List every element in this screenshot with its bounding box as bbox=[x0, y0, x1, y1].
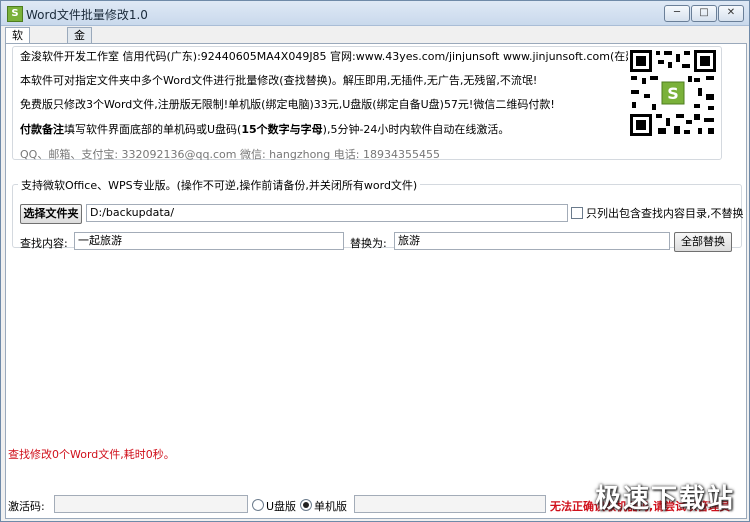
only-list-label: 只列出包含查找内容目录,不替换 bbox=[586, 207, 744, 220]
payment-note-text: 填写软件界面底部的单机码或U盘码( bbox=[64, 123, 242, 136]
tab-jinjun-software[interactable]: 金浚软件 bbox=[67, 27, 92, 87]
info-line-studio: 金浚软件开发工作室 信用代码(广东):92440605MA4X049J85 官网… bbox=[18, 48, 643, 64]
activation-code-input[interactable] bbox=[54, 495, 248, 513]
settings-panel: 金浚软件开发工作室 信用代码(广东):92440605MA4X049J85 官网… bbox=[5, 43, 747, 519]
payment-note-end: ),5分钟-24小时内软件自动在线激活。 bbox=[322, 123, 510, 136]
replace-input[interactable]: 旅游 bbox=[394, 232, 670, 250]
title-bar[interactable]: S Word文件批量修改1.0 ─ □ ✕ bbox=[1, 1, 749, 26]
app-icon: S bbox=[7, 6, 23, 22]
usb-version-label: U盘版 bbox=[266, 500, 297, 513]
site-watermark: 极速下载站 bbox=[594, 484, 735, 514]
activation-label: 激活码: bbox=[8, 500, 45, 513]
svg-text:S: S bbox=[667, 84, 679, 103]
info-line-pricing: 免费版只修改3个Word文件,注册版无限制!单机版(绑定电脑)33元,U盘版(绑… bbox=[20, 98, 555, 111]
info-line-description: 本软件可对指定文件夹中多个Word文件进行批量修改(查找替换)。解压即用,无插件… bbox=[20, 74, 538, 87]
info-line-payment: 付款备注填写软件界面底部的单机码或U盘码(15个数字与字母),5分钟-24小时内… bbox=[20, 121, 509, 137]
usb-version-radio[interactable] bbox=[252, 499, 264, 511]
contact-line: QQ、邮箱、支付宝: 332092136@qq.com 微信: hangzhon… bbox=[20, 148, 440, 161]
select-folder-button[interactable]: 选择文件夹 bbox=[20, 204, 82, 224]
close-button[interactable]: ✕ bbox=[718, 5, 744, 22]
result-status-text: 查找修改0个Word文件,耗时0秒。 bbox=[8, 448, 175, 461]
find-label: 查找内容: bbox=[20, 237, 68, 250]
tab-settings[interactable]: 软件设置 bbox=[5, 27, 30, 87]
machine-version-radio[interactable] bbox=[300, 499, 312, 511]
window-title: Word文件批量修改1.0 bbox=[26, 8, 148, 22]
replace-label: 替换为: bbox=[350, 237, 387, 250]
only-list-checkbox[interactable] bbox=[571, 207, 583, 219]
operation-group-title: 支持微软Office、WPS专业版。(操作不可逆,操作前请备份,并关闭所有wor… bbox=[18, 177, 421, 193]
payment-note-bold2: 15个数字与字母 bbox=[241, 123, 323, 136]
machine-code-input[interactable] bbox=[354, 495, 546, 513]
minimize-button[interactable]: ─ bbox=[664, 5, 690, 22]
wechat-qr-code-icon: S bbox=[628, 48, 718, 138]
app-window: S Word文件批量修改1.0 ─ □ ✕ 软件设置 金浚软件 金浚软件开发工作… bbox=[0, 0, 750, 522]
replace-all-button[interactable]: 全部替换 bbox=[674, 232, 732, 252]
machine-version-label: 单机版 bbox=[314, 500, 347, 513]
find-input[interactable]: 一起旅游 bbox=[74, 232, 344, 250]
folder-path-input[interactable]: D:/backupdata/ bbox=[86, 204, 568, 222]
restore-button[interactable]: □ bbox=[691, 5, 717, 22]
payment-note-bold: 付款备注 bbox=[20, 123, 64, 136]
